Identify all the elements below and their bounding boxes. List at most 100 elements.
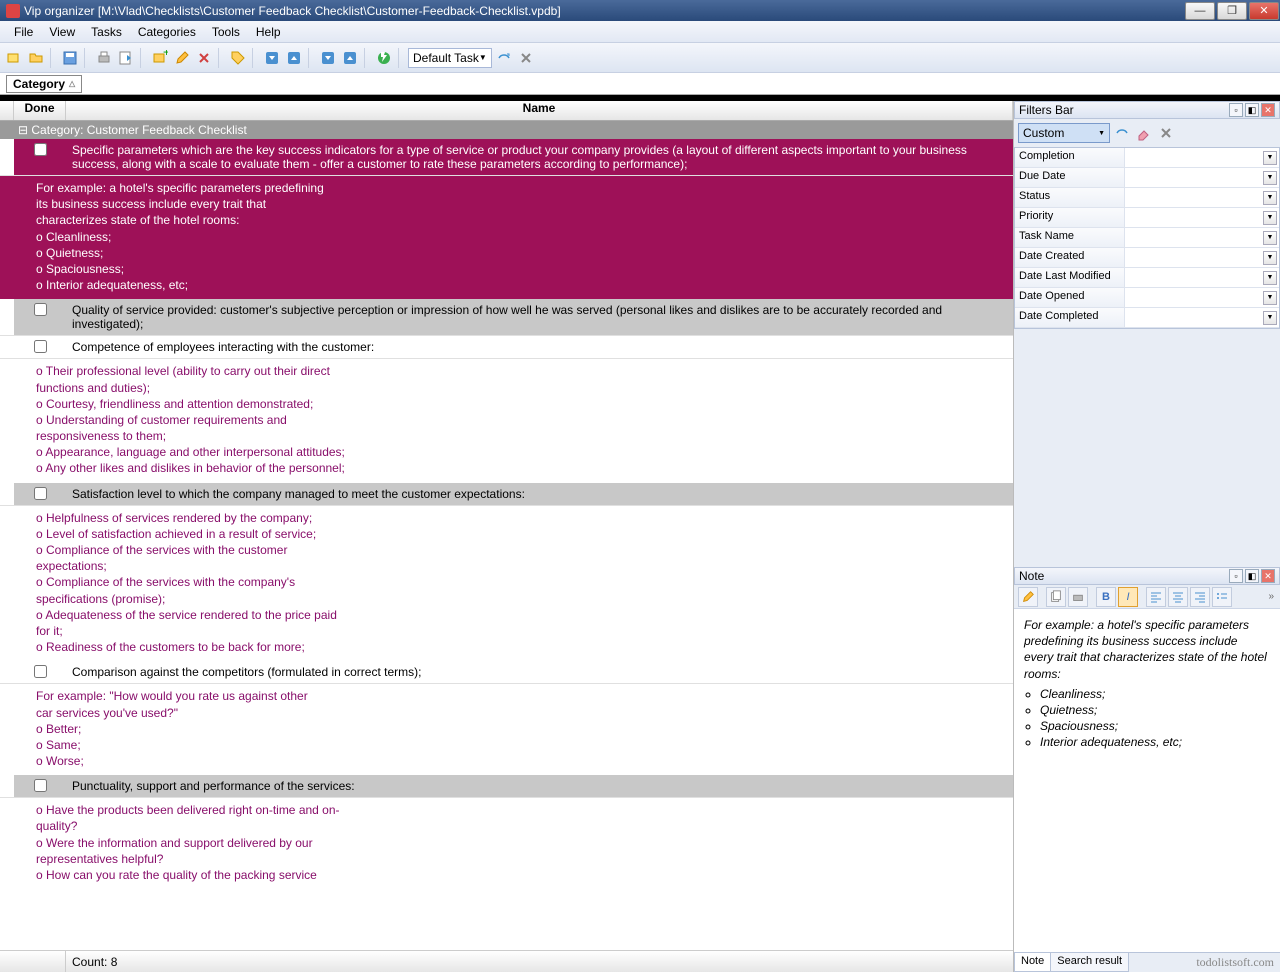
column-name[interactable]: Name [66,101,1013,120]
note-bold-button[interactable]: B [1096,587,1116,607]
filter-dropdown[interactable]: ▼ [1263,171,1277,185]
up-button[interactable] [284,48,304,68]
note-align-center-button[interactable] [1168,587,1188,607]
task-name: Competence of employees interacting with… [66,336,1013,358]
note-pin-button[interactable]: ◧ [1245,569,1259,583]
done-checkbox[interactable] [34,143,47,156]
flag-button[interactable] [374,48,394,68]
task-row[interactable]: Specific parameters which are the key su… [0,139,1013,176]
note-bullets-button[interactable] [1212,587,1232,607]
filters-erase-button[interactable] [1134,123,1154,143]
filter-dropdown[interactable]: ▼ [1263,251,1277,265]
filters-restore-button[interactable]: ▫ [1229,103,1243,117]
close-button[interactable]: ✕ [1249,2,1279,20]
filter-row[interactable]: Status▼ [1015,188,1279,208]
task-row[interactable]: Quality of service provided: customer's … [0,299,1013,336]
tab-note[interactable]: Note [1014,953,1051,972]
delete-button[interactable] [194,48,214,68]
count-label: Count: 8 [66,955,123,969]
done-checkbox[interactable] [34,779,47,792]
filter-dropdown[interactable]: ▼ [1263,151,1277,165]
down2-button[interactable] [318,48,338,68]
note-overflow-icon[interactable]: » [1268,591,1276,602]
filter-row[interactable]: Due Date▼ [1015,168,1279,188]
filter-dropdown[interactable]: ▼ [1263,291,1277,305]
task-note: For example: a hotel's specific paramete… [0,176,1013,299]
filter-row[interactable]: Priority▼ [1015,208,1279,228]
filter-label: Date Created [1015,248,1125,267]
task-row[interactable]: Competence of employees interacting with… [0,336,1013,359]
edit-button[interactable] [172,48,192,68]
minimize-button[interactable]: — [1185,2,1215,20]
filters-preset-combo[interactable]: Custom▼ [1018,123,1110,143]
filter-label: Task Name [1015,228,1125,247]
filter-label: Date Completed [1015,308,1125,327]
filter-dropdown[interactable]: ▼ [1263,231,1277,245]
filter-dropdown[interactable]: ▼ [1263,191,1277,205]
filters-pin-button[interactable]: ◧ [1245,103,1259,117]
task-template-combo[interactable]: Default Task▼ [408,48,492,68]
filters-grid: Completion▼Due Date▼Status▼Priority▼Task… [1014,147,1280,329]
menu-tools[interactable]: Tools [204,23,248,41]
menu-categories[interactable]: Categories [130,23,204,41]
task-row[interactable]: Satisfaction level to which the company … [0,483,1013,506]
print-button[interactable] [94,48,114,68]
note-title: Note [1019,569,1044,583]
export-button[interactable] [116,48,136,68]
filters-close-button[interactable]: ✕ [1261,103,1275,117]
new-category-button[interactable]: + [150,48,170,68]
note-close-button[interactable]: ✕ [1261,569,1275,583]
tag-button[interactable] [228,48,248,68]
filter-row[interactable]: Date Completed ▼ [1015,308,1279,328]
done-checkbox[interactable] [34,665,47,678]
note-italic-button[interactable]: I [1118,587,1138,607]
task-note: For example: "How would you rate us agai… [0,684,1013,775]
tab-search[interactable]: Search result [1050,953,1129,972]
menu-help[interactable]: Help [248,23,289,41]
note-edit-button[interactable] [1018,587,1038,607]
up2-button[interactable] [340,48,360,68]
group-by-pill[interactable]: Category△ [6,75,82,93]
open-button[interactable] [26,48,46,68]
filter-row[interactable]: Task Name ▼ [1015,228,1279,248]
filter-dropdown[interactable]: ▼ [1263,211,1277,225]
filter-row[interactable]: Date Last Modified▼ [1015,268,1279,288]
note-align-right-button[interactable] [1190,587,1210,607]
clear-button[interactable] [516,48,536,68]
main-toolbar: + Default Task▼ [0,43,1280,73]
note-print-button[interactable] [1068,587,1088,607]
note-content[interactable]: For example: a hotel's specific paramete… [1014,609,1280,952]
task-note: o Helpfulness of services rendered by th… [0,506,1013,662]
task-name: Specific parameters which are the key su… [66,139,1013,175]
done-checkbox[interactable] [34,487,47,500]
filters-clear-button[interactable] [1156,123,1176,143]
filter-dropdown[interactable]: ▼ [1263,271,1277,285]
column-done[interactable]: Done [14,101,66,120]
done-checkbox[interactable] [34,340,47,353]
filters-panel-header: Filters Bar ▫ ◧ ✕ [1014,101,1280,119]
note-restore-button[interactable]: ▫ [1229,569,1243,583]
save-button[interactable] [60,48,80,68]
filters-save-button[interactable] [1112,123,1132,143]
task-row[interactable]: Punctuality, support and performance of … [0,775,1013,798]
maximize-button[interactable]: ❐ [1217,2,1247,20]
task-grid[interactable]: ⊟ Category: Customer Feedback ChecklistS… [0,121,1013,950]
apply-template-button[interactable] [494,48,514,68]
filter-row[interactable]: Completion▼ [1015,148,1279,168]
down-button[interactable] [262,48,282,68]
note-align-left-button[interactable] [1146,587,1166,607]
task-row[interactable]: Comparison against the competitors (form… [0,661,1013,684]
done-checkbox[interactable] [34,303,47,316]
menu-view[interactable]: View [41,23,83,41]
task-note: o Have the products been delivered right… [0,798,1013,889]
category-row[interactable]: ⊟ Category: Customer Feedback Checklist [0,121,1013,139]
filters-title: Filters Bar [1019,103,1074,117]
filter-dropdown[interactable]: ▼ [1263,311,1277,325]
filter-row[interactable]: Date Created ▼ [1015,248,1279,268]
menu-tasks[interactable]: Tasks [83,23,130,41]
menu-file[interactable]: File [6,23,41,41]
new-db-button[interactable] [4,48,24,68]
filter-row[interactable]: Date Opened▼ [1015,288,1279,308]
note-list-item: Cleanliness; [1040,686,1270,702]
note-copy-button[interactable] [1046,587,1066,607]
